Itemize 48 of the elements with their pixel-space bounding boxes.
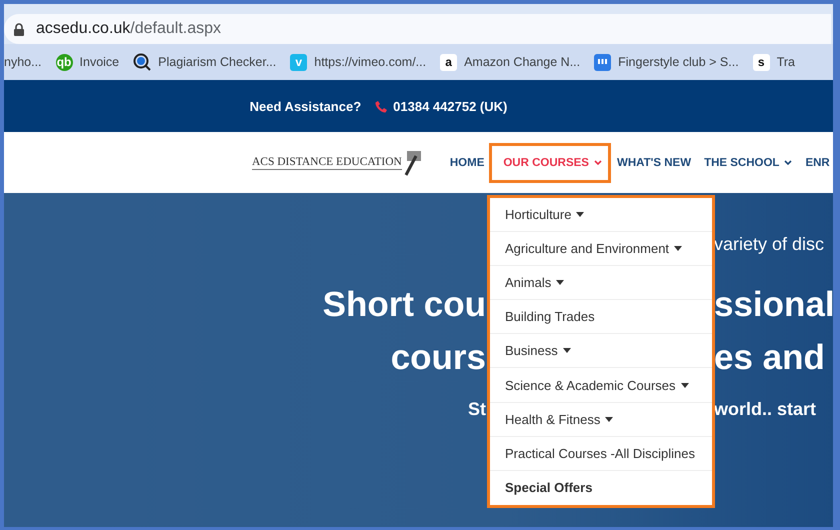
caret-icon [680,382,689,388]
menu-item[interactable]: Horticulture [490,198,712,232]
bookmark[interactable]: nyho... [4,55,42,69]
lock-icon [14,22,24,36]
chevron-down-icon [784,160,792,165]
hero-text: Short cou [322,285,486,325]
caret-icon [576,212,584,218]
hero-text: es and [714,338,825,378]
bookmark[interactable]: v https://vimeo.com/... [290,54,426,70]
nav-link[interactable]: ENR [805,142,830,182]
bookmark-icon: qb [56,54,73,70]
logo-icon [404,150,422,176]
hero-text: world.. start [714,398,816,420]
bookmark[interactable]: s Tra [752,54,795,70]
nav-link[interactable]: HOME [450,142,484,182]
menu-item[interactable]: Agriculture and Environment [490,232,712,266]
bookmark-icon: v [290,54,308,70]
hero-text: ssional [714,285,833,325]
phone-icon [375,100,388,112]
menu-item[interactable]: Health & Fitness [490,402,712,437]
chevron-down-icon [594,160,602,165]
logo-text[interactable]: ACS DISTANCE EDUCATION [252,156,402,170]
menu-item[interactable]: Practical Courses -All Disciplines [490,436,712,471]
menu-item[interactable]: Special Offers [490,470,712,505]
phone-number[interactable]: 01384 442752 (UK) [393,98,508,114]
nav-link[interactable]: WHAT'S NEW [616,142,692,182]
url-text: acsedu.co.uk/default.aspx [36,20,222,38]
nav-link[interactable]: THE SCHOOL [704,142,792,182]
bookmark-icon: a [440,54,458,70]
caret-icon [556,280,564,286]
menu-item[interactable]: Animals [490,266,712,300]
bookmark[interactable]: Plagiarism Checker... [133,53,276,71]
caret-icon [605,416,614,422]
bookmark[interactable]: a Amazon Change N... [440,54,580,70]
hero-text: St [468,398,486,420]
assistance-label: Need Assistance? [250,98,362,114]
bookmark[interactable]: Fingerstyle club > S... [594,54,739,70]
nav-link[interactable]: OUR COURSES [489,142,611,182]
hero-text: variety of disc [714,234,824,254]
hero-text: cours [390,338,486,378]
menu-item[interactable]: Science & Academic Courses [490,368,712,403]
menu-item[interactable]: Business [490,334,712,368]
caret-icon [562,348,571,354]
menu-item[interactable]: Building Trades [490,300,712,334]
bookmark-icon: s [752,54,770,70]
caret-icon [674,246,682,252]
address-bar[interactable]: acsedu.co.uk/default.aspx [4,14,831,44]
bookmark[interactable]: qb Invoice [56,54,120,70]
